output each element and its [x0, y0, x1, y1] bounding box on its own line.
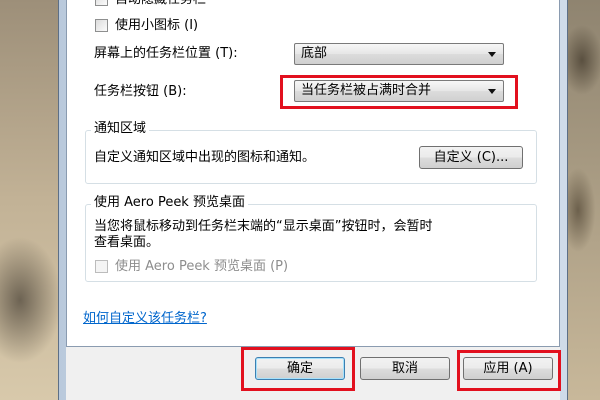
- taskbar-buttons-label: 任务栏按钮 (B):: [94, 84, 187, 99]
- chevron-down-icon: [488, 89, 496, 94]
- ok-button[interactable]: 确定: [255, 357, 345, 380]
- customize-notifications-button[interactable]: 自定义 (C)...: [419, 146, 523, 169]
- auto-hide-checkbox[interactable]: [95, 0, 108, 6]
- taskbar-properties-panel: 自动隐藏任务栏 使用小图标 (I) 屏幕上的任务栏位置 (T): 底部 任务栏按…: [66, 0, 560, 347]
- notification-area-title: 通知区域: [91, 121, 150, 137]
- notification-area-description: 自定义通知区域中出现的图标和通知。: [94, 150, 316, 165]
- cancel-button[interactable]: 取消: [360, 357, 450, 380]
- small-icons-checkbox[interactable]: [95, 19, 108, 32]
- aero-peek-description-line2: 查看桌面。: [94, 235, 160, 250]
- chevron-down-icon: [488, 52, 496, 57]
- auto-hide-label: 自动隐藏任务栏: [115, 0, 206, 8]
- small-icons-label: 使用小图标 (I): [115, 18, 199, 33]
- taskbar-location-label: 屏幕上的任务栏位置 (T):: [94, 46, 238, 61]
- taskbar-buttons-select[interactable]: 当任务栏被占满时合并: [294, 80, 504, 102]
- aero-peek-description-line1: 当您将鼠标移动到任务栏末端的“显示桌面”按钮时，会暂时: [94, 219, 433, 234]
- taskbar-location-value: 底部: [301, 46, 328, 61]
- aero-peek-checkbox-label: 使用 Aero Peek 预览桌面 (P): [115, 259, 289, 274]
- apply-button[interactable]: 应用 (A): [463, 357, 553, 380]
- desktop-wallpaper-left: [0, 0, 58, 400]
- customize-taskbar-help-link[interactable]: 如何自定义该任务栏?: [83, 311, 207, 327]
- aero-peek-title: 使用 Aero Peek 预览桌面: [91, 195, 248, 211]
- taskbar-location-select[interactable]: 底部: [294, 43, 504, 65]
- taskbar-buttons-value: 当任务栏被占满时合并: [301, 83, 432, 98]
- aero-peek-checkbox[interactable]: [95, 260, 108, 273]
